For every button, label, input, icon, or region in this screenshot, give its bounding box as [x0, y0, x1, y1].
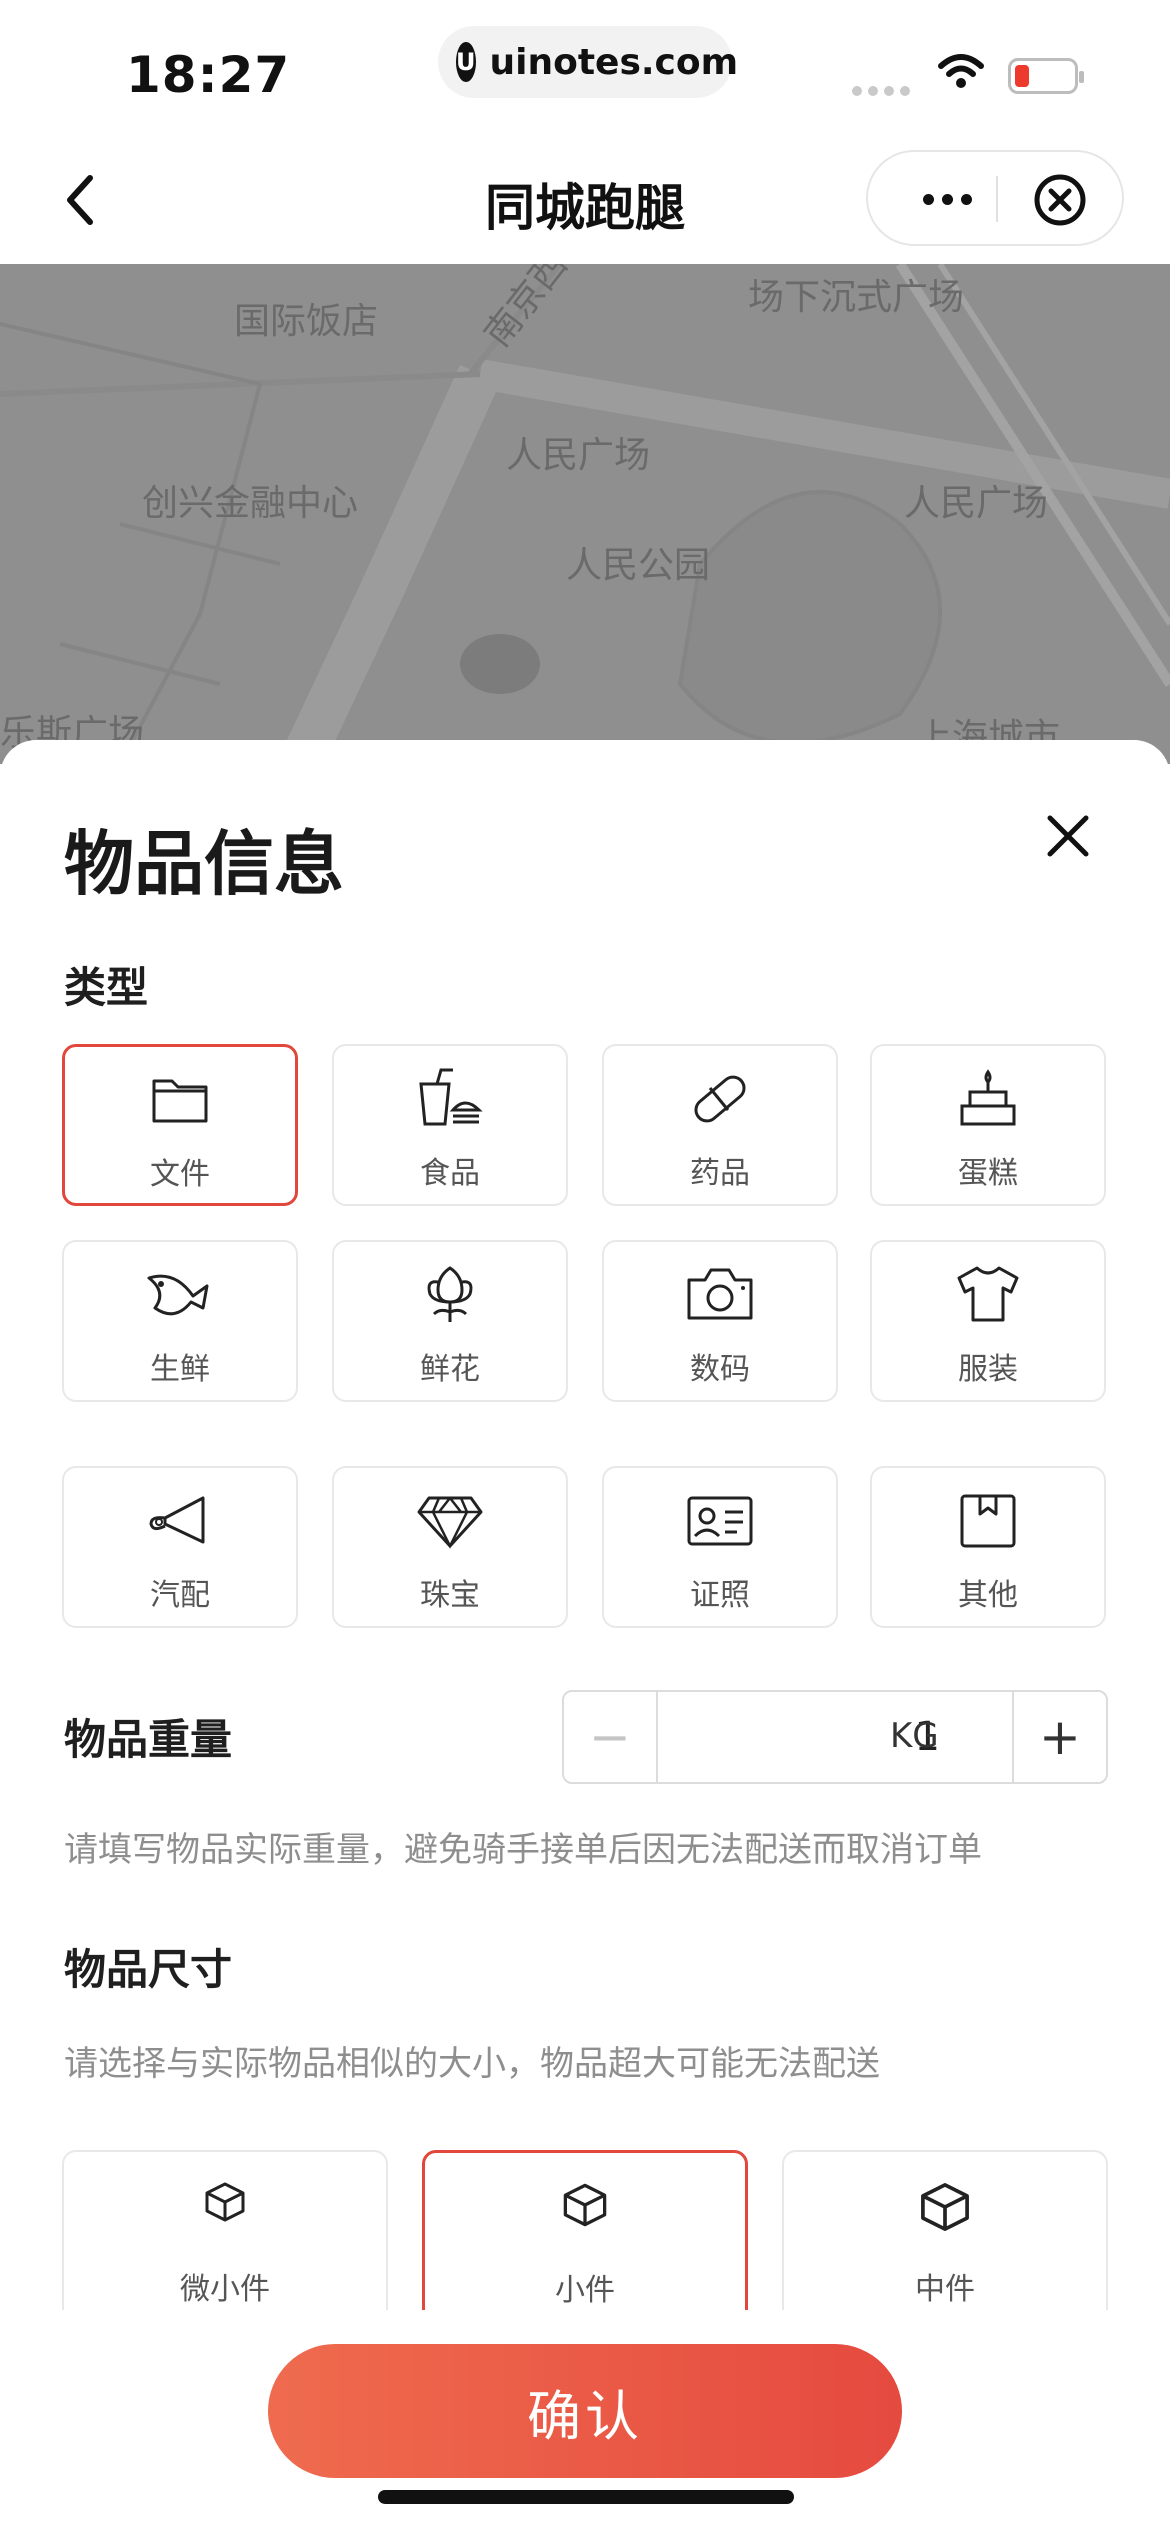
diamond-icon [334, 1488, 566, 1558]
url-pill[interactable]: U uinotes.com [438, 26, 738, 98]
type-option-food[interactable]: 食品 [332, 1044, 568, 1206]
cellular-signal-icon [852, 86, 910, 96]
type-option-label: 鲜花 [420, 1352, 480, 1387]
nav-bar: 同城跑腿 [0, 140, 1170, 264]
type-option-other[interactable]: 其他 [870, 1466, 1106, 1628]
type-option-label: 证照 [690, 1578, 750, 1613]
more-dots-icon[interactable] [902, 174, 992, 224]
type-option-label: 其他 [958, 1578, 1018, 1613]
weight-value-input[interactable]: 1 [656, 1692, 1016, 1782]
shirt-icon [872, 1262, 1104, 1332]
battery-icon [1008, 58, 1084, 94]
capsule-divider [996, 176, 998, 222]
status-bar: 18:27 U uinotes.com [0, 0, 1170, 140]
weight-plus-button[interactable]: + [1012, 1692, 1106, 1782]
close-icon [1047, 815, 1089, 857]
type-option-label: 汽配 [150, 1578, 210, 1613]
type-option-label: 食品 [420, 1156, 480, 1191]
cube-icon [64, 2180, 386, 2224]
size-hint: 请选择与实际物品相似的大小，物品超大可能无法配送 [64, 2044, 880, 2084]
size-option-label: 中件 [915, 2272, 975, 2307]
weight-unit: KG [890, 1716, 939, 1756]
type-option-fresh[interactable]: 生鲜 [62, 1240, 298, 1402]
box-icon [872, 1488, 1104, 1558]
horn-icon [64, 1488, 296, 1558]
type-option-medicine[interactable]: 药品 [602, 1044, 838, 1206]
pill-icon [604, 1066, 836, 1136]
type-option-label: 文件 [150, 1157, 210, 1192]
home-indicator[interactable] [378, 2490, 794, 2504]
type-option-label: 生鲜 [150, 1352, 210, 1387]
map-label: 场下沉式广场 [748, 277, 965, 318]
type-option-clothing[interactable]: 服装 [870, 1240, 1106, 1402]
folder-icon [65, 1067, 295, 1137]
size-option-label: 小件 [555, 2273, 615, 2308]
type-option-label: 数码 [690, 1352, 750, 1387]
size-option-label: 微小件 [180, 2272, 270, 2307]
fish-icon [64, 1262, 296, 1332]
sheet-close-button[interactable] [1040, 808, 1096, 864]
item-info-sheet: 物品信息 类型 文件 食品 药品 蛋糕 生鲜 鲜花 数码 服装 汽配 珠宝 证照… [0, 740, 1170, 2540]
status-time: 18:27 [126, 46, 291, 104]
type-option-digital[interactable]: 数码 [602, 1240, 838, 1402]
weight-section-label: 物品重量 [64, 1715, 233, 1764]
type-option-label: 蛋糕 [958, 1156, 1018, 1191]
cube-icon [425, 2181, 745, 2229]
flower-icon [334, 1262, 566, 1332]
map-label: 人民广场 [904, 483, 1049, 524]
type-option-label: 药品 [690, 1156, 750, 1191]
weight-stepper: − 1 KG + [562, 1690, 1108, 1784]
type-option-auto-parts[interactable]: 汽配 [62, 1466, 298, 1628]
type-section-label: 类型 [64, 963, 149, 1012]
map-label: 人民广场 [506, 435, 651, 476]
cake-icon [872, 1066, 1104, 1136]
sheet-title: 物品信息 [64, 823, 344, 905]
wifi-icon [936, 52, 986, 96]
map-view[interactable]: 国际饭店 南京西 场下沉式广场 人民广场 创兴金融中心 人民广场 人民公园 乐斯… [0, 264, 1170, 764]
camera-icon [604, 1262, 836, 1332]
cube-icon [784, 2180, 1106, 2234]
type-option-certificate[interactable]: 证照 [602, 1466, 838, 1628]
mini-program-capsule [866, 150, 1124, 246]
confirm-button[interactable]: 确认 [268, 2344, 902, 2478]
site-logo-icon: U [456, 42, 476, 82]
url-text: uinotes.com [489, 41, 739, 83]
map-label: 人民公园 [566, 545, 711, 586]
type-option-jewelry[interactable]: 珠宝 [332, 1466, 568, 1628]
weight-minus-button[interactable]: − [564, 1692, 658, 1782]
weight-hint: 请填写物品实际重量，避免骑手接单后因无法配送而取消订单 [64, 1830, 982, 1870]
close-circle-icon[interactable] [1032, 172, 1088, 232]
battery-level [1015, 65, 1029, 87]
map-label: 创兴金融中心 [142, 483, 359, 524]
type-option-label: 服装 [958, 1352, 1018, 1387]
type-option-label: 珠宝 [420, 1578, 480, 1613]
id-card-icon [604, 1488, 836, 1558]
type-option-cake[interactable]: 蛋糕 [870, 1044, 1106, 1206]
size-section-label: 物品尺寸 [64, 1945, 233, 1994]
type-option-flower[interactable]: 鲜花 [332, 1240, 568, 1402]
map-label: 国际饭店 [234, 301, 379, 342]
drink-burger-icon [334, 1066, 566, 1136]
type-option-file[interactable]: 文件 [62, 1044, 298, 1206]
